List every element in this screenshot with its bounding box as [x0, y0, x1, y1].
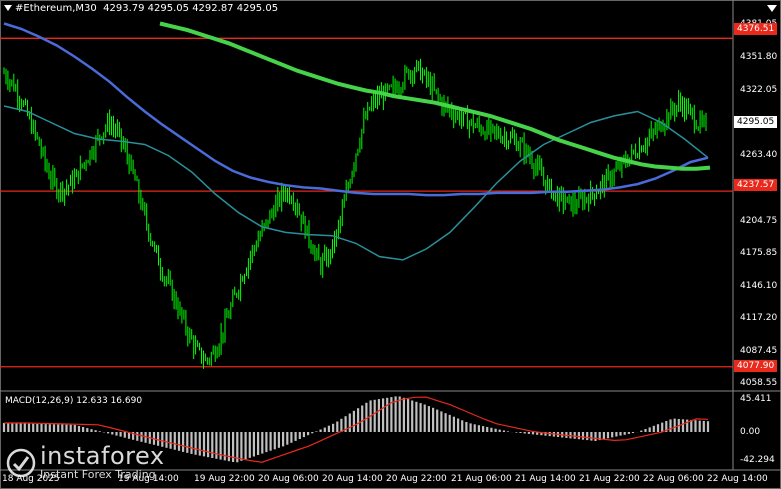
moving-average-fast-line — [159, 21, 711, 171]
instaforex-logo-icon — [6, 448, 36, 477]
time-tick: 20 Aug 06:00 — [258, 474, 319, 484]
time-tick: 20 Aug 14:00 — [322, 474, 383, 484]
time-tick: 19 Aug 22:00 — [194, 474, 255, 484]
macd-tick: 0.00 — [740, 427, 761, 437]
price-tick: 4087.45 — [740, 346, 778, 356]
macd-tick: -42.294 — [740, 455, 775, 465]
instaforex-logo: instaforex Instant Forex Trading — [6, 444, 165, 481]
time-tick: 20 Aug 22:00 — [386, 474, 447, 484]
price-tick: 4204.75 — [740, 216, 778, 226]
price-tick: 4117.20 — [740, 313, 778, 323]
time-tick: 22 Aug 06:00 — [643, 474, 704, 484]
price-tick: 4322.05 — [740, 85, 778, 95]
time-tick: 22 Aug 14:00 — [707, 474, 768, 484]
symbol-menu-icon[interactable] — [4, 5, 12, 11]
price-tick: 4058.55 — [740, 378, 778, 388]
chart-title: #Ethereum,M30 4293.79 4295.05 4292.87 42… — [4, 3, 278, 14]
price-chart[interactable] — [0, 0, 781, 489]
time-tick: 21 Aug 22:00 — [579, 474, 640, 484]
resistance-level-label: 4376.51 — [734, 23, 778, 35]
brand-tagline: Instant Forex Trading — [40, 468, 156, 481]
collapse-icon[interactable] — [767, 5, 777, 12]
current-price-label: 4295.05 — [734, 116, 778, 128]
price-tick: 4146.10 — [740, 281, 778, 291]
support-low-level-label: 4077.90 — [734, 360, 778, 372]
price-tick: 4263.40 — [740, 150, 778, 160]
price-tick: 4351.80 — [740, 52, 778, 62]
time-tick: 21 Aug 06:00 — [451, 474, 512, 484]
price-tick: 4175.85 — [740, 248, 778, 258]
time-tick: 21 Aug 14:00 — [515, 474, 576, 484]
support-mid-level-label: 4237.57 — [734, 179, 778, 191]
macd-tick: 45.411 — [740, 394, 772, 404]
macd-indicator-label: MACD(12,26,9) 12.633 16.690 — [5, 396, 143, 406]
brand-name: instaforex — [40, 442, 165, 470]
